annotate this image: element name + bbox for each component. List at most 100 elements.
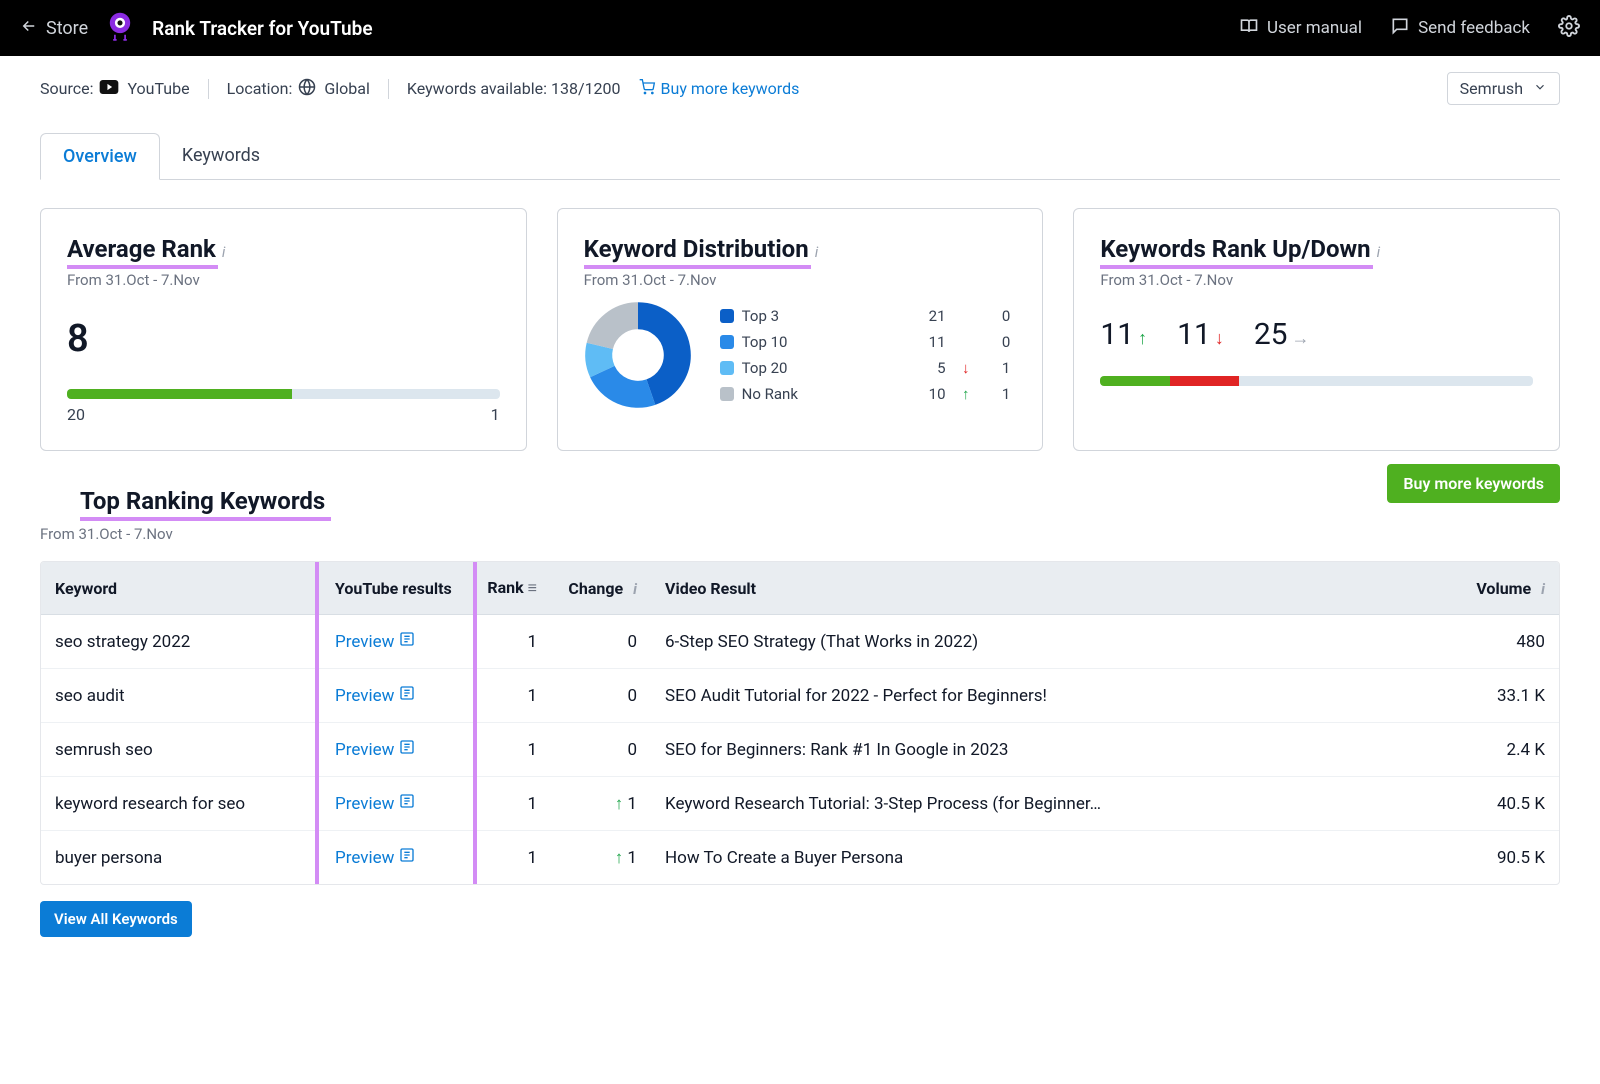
rank-updown-bar <box>1100 376 1533 386</box>
preview-icon <box>399 848 415 868</box>
cell-volume: 90.5 K <box>1449 831 1559 885</box>
preview-icon <box>399 794 415 814</box>
table-row: seo auditPreview 10SEO Audit Tutorial fo… <box>41 669 1559 723</box>
info-icon[interactable]: i <box>222 243 226 261</box>
card-average-rank: Average Ranki From 31.Oct - 7.Nov 8 201 <box>40 208 527 451</box>
card-title: Average Rank <box>67 235 216 263</box>
col-keyword[interactable]: Keyword <box>41 562 321 615</box>
youtube-icon <box>99 79 119 98</box>
card-title: Keywords Rank Up/Down <box>1100 235 1370 263</box>
info-icon[interactable]: i <box>1541 580 1545 598</box>
section-date: From 31.Oct - 7.Nov <box>40 525 1560 543</box>
col-volume[interactable]: Volume i <box>1449 562 1559 615</box>
table-row: semrush seoPreview 10SEO for Beginners: … <box>41 723 1559 777</box>
section-title: Top Ranking Keywords <box>80 487 325 515</box>
cell-preview[interactable]: Preview <box>321 777 471 831</box>
cell-volume: 480 <box>1449 615 1559 669</box>
cell-volume: 2.4 K <box>1449 723 1559 777</box>
card-date: From 31.Oct - 7.Nov <box>1100 271 1533 289</box>
book-icon <box>1239 16 1259 41</box>
cell-keyword: buyer persona <box>41 831 321 885</box>
donut-chart <box>584 301 692 409</box>
rank-same-count: 25→ <box>1254 317 1310 352</box>
cell-preview[interactable]: Preview <box>321 669 471 723</box>
sort-icon: ≡ <box>528 578 537 597</box>
col-video-result[interactable]: Video Result <box>651 562 1449 615</box>
cell-video: SEO for Beginners: Rank #1 In Google in … <box>651 723 1449 777</box>
distribution-legend: Top 3210Top 10110Top 205↓1No Rank10↑1 <box>714 303 1017 407</box>
col-youtube-results[interactable]: YouTube results <box>321 562 471 615</box>
globe-icon <box>298 78 316 100</box>
cell-preview[interactable]: Preview <box>321 723 471 777</box>
cell-rank: 1 <box>471 777 551 831</box>
cell-rank: 1 <box>471 831 551 885</box>
buy-more-keywords-button[interactable]: Buy more keywords <box>1387 464 1560 503</box>
location-label: Location: <box>227 79 293 98</box>
table-row: seo strategy 2022Preview 106-Step SEO St… <box>41 615 1559 669</box>
info-icon[interactable]: i <box>1377 243 1381 261</box>
user-manual-link[interactable]: User manual <box>1239 16 1362 41</box>
rank-down-count: 11↓ <box>1177 317 1224 352</box>
cell-keyword: seo strategy 2022 <box>41 615 321 669</box>
table-row: keyword research for seoPreview 1↑ 1Keyw… <box>41 777 1559 831</box>
back-to-store[interactable]: Store <box>20 17 88 40</box>
card-keyword-distribution: Keyword Distribution i From 31.Oct - 7.No… <box>557 208 1044 451</box>
cell-video: Keyword Research Tutorial: 3-Step Proces… <box>651 777 1449 831</box>
cell-keyword: semrush seo <box>41 723 321 777</box>
cell-change: 0 <box>551 723 651 777</box>
cell-preview[interactable]: Preview <box>321 831 471 885</box>
cell-rank: 1 <box>471 669 551 723</box>
card-date: From 31.Oct - 7.Nov <box>67 271 500 289</box>
col-rank[interactable]: Rank ≡ <box>471 562 551 615</box>
cart-icon <box>639 79 655 99</box>
source-label: Source: <box>40 79 93 98</box>
info-icon[interactable]: i <box>815 243 819 261</box>
cell-video: 6-Step SEO Strategy (That Works in 2022) <box>651 615 1449 669</box>
cell-change: ↑ 1 <box>551 831 651 885</box>
rank-up-count: 11↑ <box>1100 317 1147 352</box>
card-rank-updown: Keywords Rank Up/Down i From 31.Oct - 7.N… <box>1073 208 1560 451</box>
buy-more-keywords-link[interactable]: Buy more keywords <box>639 79 800 99</box>
cell-rank: 1 <box>471 723 551 777</box>
topbar: Store Rank Tracker for YouTube User manu… <box>0 0 1600 56</box>
cell-volume: 40.5 K <box>1449 777 1559 831</box>
source-value: YouTube <box>127 79 189 98</box>
tabs: Overview Keywords <box>40 133 1560 180</box>
cell-preview[interactable]: Preview <box>321 615 471 669</box>
keywords-available-label: Keywords available: <box>407 79 547 98</box>
view-all-keywords-button[interactable]: View All Keywords <box>40 901 192 937</box>
col-change[interactable]: Change i <box>551 562 651 615</box>
gear-icon[interactable] <box>1558 15 1580 42</box>
card-title: Keyword Distribution <box>584 235 809 263</box>
cell-volume: 33.1 K <box>1449 669 1559 723</box>
chevron-down-icon <box>1533 79 1547 98</box>
arrow-left-icon <box>20 17 38 40</box>
cell-keyword: keyword research for seo <box>41 777 321 831</box>
cell-video: How To Create a Buyer Persona <box>651 831 1449 885</box>
keywords-available-value: 138/1200 <box>551 79 621 98</box>
tab-keywords[interactable]: Keywords <box>160 133 282 179</box>
cell-rank: 1 <box>471 615 551 669</box>
card-date: From 31.Oct - 7.Nov <box>584 271 1017 289</box>
preview-icon <box>399 632 415 652</box>
info-icon[interactable]: i <box>633 580 637 598</box>
store-label: Store <box>46 18 88 39</box>
cell-video: SEO Audit Tutorial for 2022 - Perfect fo… <box>651 669 1449 723</box>
avg-rank-value: 8 <box>67 317 500 361</box>
send-feedback-link[interactable]: Send feedback <box>1390 16 1530 41</box>
table-row: buyer personaPreview 1↑ 1How To Create a… <box>41 831 1559 885</box>
cell-change: 0 <box>551 615 651 669</box>
location-value: Global <box>324 79 370 98</box>
preview-icon <box>399 686 415 706</box>
cell-keyword: seo audit <box>41 669 321 723</box>
cell-change: 0 <box>551 669 651 723</box>
tab-overview[interactable]: Overview <box>40 133 160 180</box>
preview-icon <box>399 740 415 760</box>
filter-bar: Source: YouTube Location: Global Keyword… <box>0 56 1600 105</box>
app-title: Rank Tracker for YouTube <box>152 17 372 40</box>
avg-rank-bar <box>67 389 500 399</box>
keywords-table: Keyword YouTube results Rank ≡ Change i … <box>40 561 1560 885</box>
project-select[interactable]: Semrush <box>1447 72 1560 105</box>
chat-icon <box>1390 16 1410 41</box>
cell-change: ↑ 1 <box>551 777 651 831</box>
